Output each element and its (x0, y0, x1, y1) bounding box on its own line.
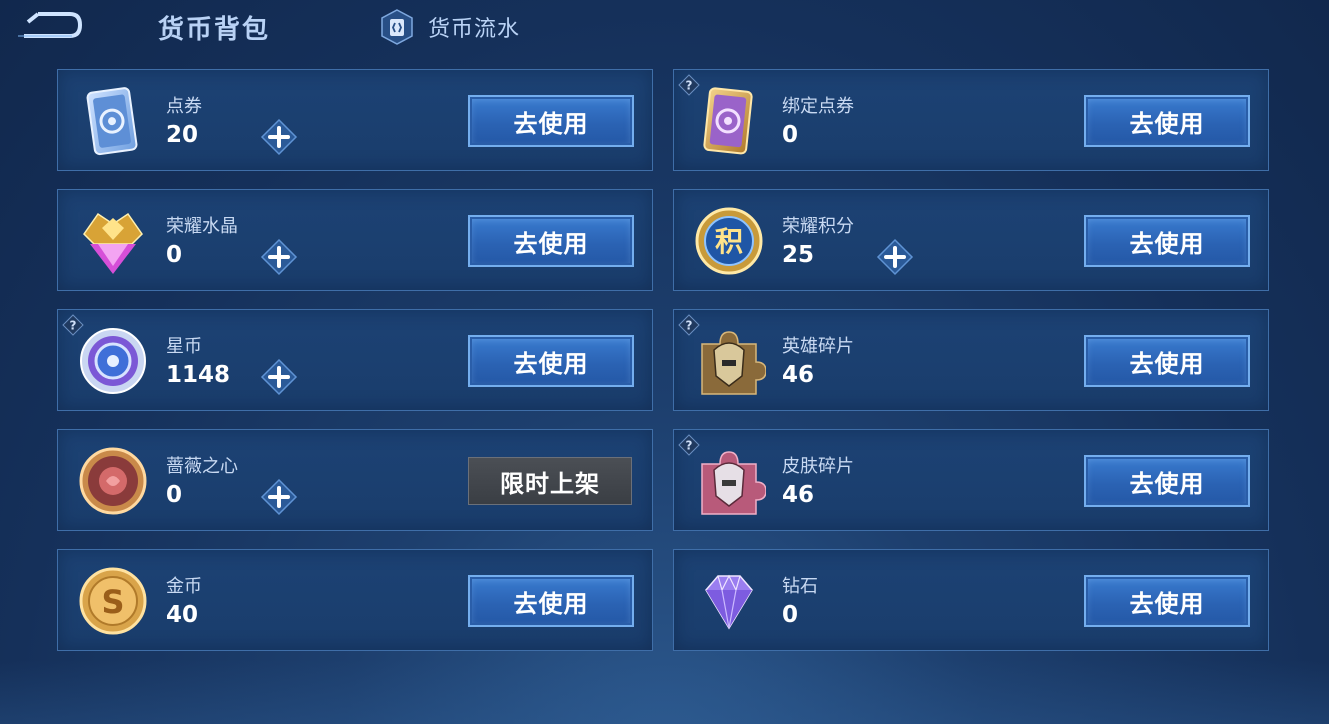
tab-currency-flow-label: 货币流水 (428, 17, 521, 42)
currency-card: S 金币 40 去使用 (57, 549, 653, 651)
skin-shard-icon (692, 444, 767, 518)
currency-amount: 46 (782, 482, 815, 508)
currency-card: ? 星币 1148 去使用 (57, 309, 653, 411)
currency-amount: 0 (782, 602, 799, 628)
add-currency-button[interactable] (876, 238, 914, 276)
currency-card: 蔷薇之心 0 限时上架 (57, 429, 653, 531)
currency-card: 荣耀水晶 0 去使用 (57, 189, 653, 291)
diamond-icon (692, 564, 766, 638)
back-arrow-icon (18, 12, 83, 38)
svg-text:S: S (101, 583, 124, 621)
use-button[interactable]: 去使用 (468, 95, 634, 147)
currency-card: 点券 20 去使用 (57, 69, 653, 171)
currency-name: 蔷薇之心 (166, 456, 238, 477)
use-button[interactable]: 去使用 (1084, 455, 1250, 507)
currency-name: 绑定点券 (782, 96, 854, 117)
add-currency-button[interactable] (260, 238, 298, 276)
currency-amount: 0 (782, 122, 799, 148)
currency-card: ? 皮肤碎片 46 去使用 (673, 429, 1269, 531)
currency-name: 钻石 (782, 576, 818, 597)
hero-shard-icon (692, 324, 767, 398)
limited-time-button[interactable]: 限时上架 (468, 457, 632, 505)
currency-name: 星币 (166, 336, 202, 357)
svg-text:积: 积 (715, 225, 743, 258)
star-coin-icon (76, 324, 150, 398)
currency-name: 英雄碎片 (782, 336, 854, 357)
add-currency-button[interactable] (260, 358, 298, 396)
use-button[interactable]: 去使用 (1084, 215, 1250, 267)
bound-coupon-card-icon (692, 84, 766, 158)
use-button[interactable]: 去使用 (1084, 335, 1250, 387)
glory-points-icon: 积 (692, 204, 766, 278)
currency-card: ? 英雄碎片 46 去使用 (673, 309, 1269, 411)
currency-amount: 0 (166, 242, 183, 268)
currency-grid: 点券 20 去使用? 绑定点券 0 去使用 荣耀水晶 0 去使用积荣耀积分 25 去使用? 星币 114… (57, 69, 1269, 651)
currency-amount: 1148 (166, 362, 231, 388)
add-currency-button[interactable] (260, 478, 298, 516)
currency-amount: 20 (166, 122, 199, 148)
currency-name: 金币 (166, 576, 202, 597)
coupon-card-icon (76, 84, 150, 158)
tab-currency-flow[interactable]: 货币流水 (380, 8, 520, 46)
currency-amount: 40 (166, 602, 199, 628)
currency-card: 积 荣耀积分 25 去使用 (673, 189, 1269, 291)
currency-card: 钻石 0 去使用 (673, 549, 1269, 651)
use-button[interactable]: 去使用 (1084, 575, 1250, 627)
back-button[interactable] (12, 8, 83, 44)
add-currency-button[interactable] (260, 118, 298, 156)
gold-coin-icon: S (76, 564, 150, 638)
rose-heart-icon (76, 444, 150, 518)
top-bar: 货币背包 货币流水 (0, 0, 1329, 56)
currency-name: 荣耀积分 (782, 216, 854, 237)
currency-name: 荣耀水晶 (166, 216, 238, 237)
use-button[interactable]: 去使用 (1084, 95, 1250, 147)
currency-amount: 25 (782, 242, 815, 268)
currency-name: 皮肤碎片 (782, 456, 854, 477)
page-title: 货币背包 (158, 15, 271, 45)
currency-amount: 0 (166, 482, 183, 508)
use-button[interactable]: 去使用 (468, 575, 634, 627)
currency-flow-icon (381, 9, 413, 45)
use-button[interactable]: 去使用 (468, 215, 634, 267)
bottom-glow (0, 660, 1329, 724)
currency-name: 点券 (166, 96, 202, 117)
glory-crystal-icon (76, 204, 150, 278)
currency-amount: 46 (782, 362, 815, 388)
use-button[interactable]: 去使用 (468, 335, 634, 387)
currency-card: ? 绑定点券 0 去使用 (673, 69, 1269, 171)
